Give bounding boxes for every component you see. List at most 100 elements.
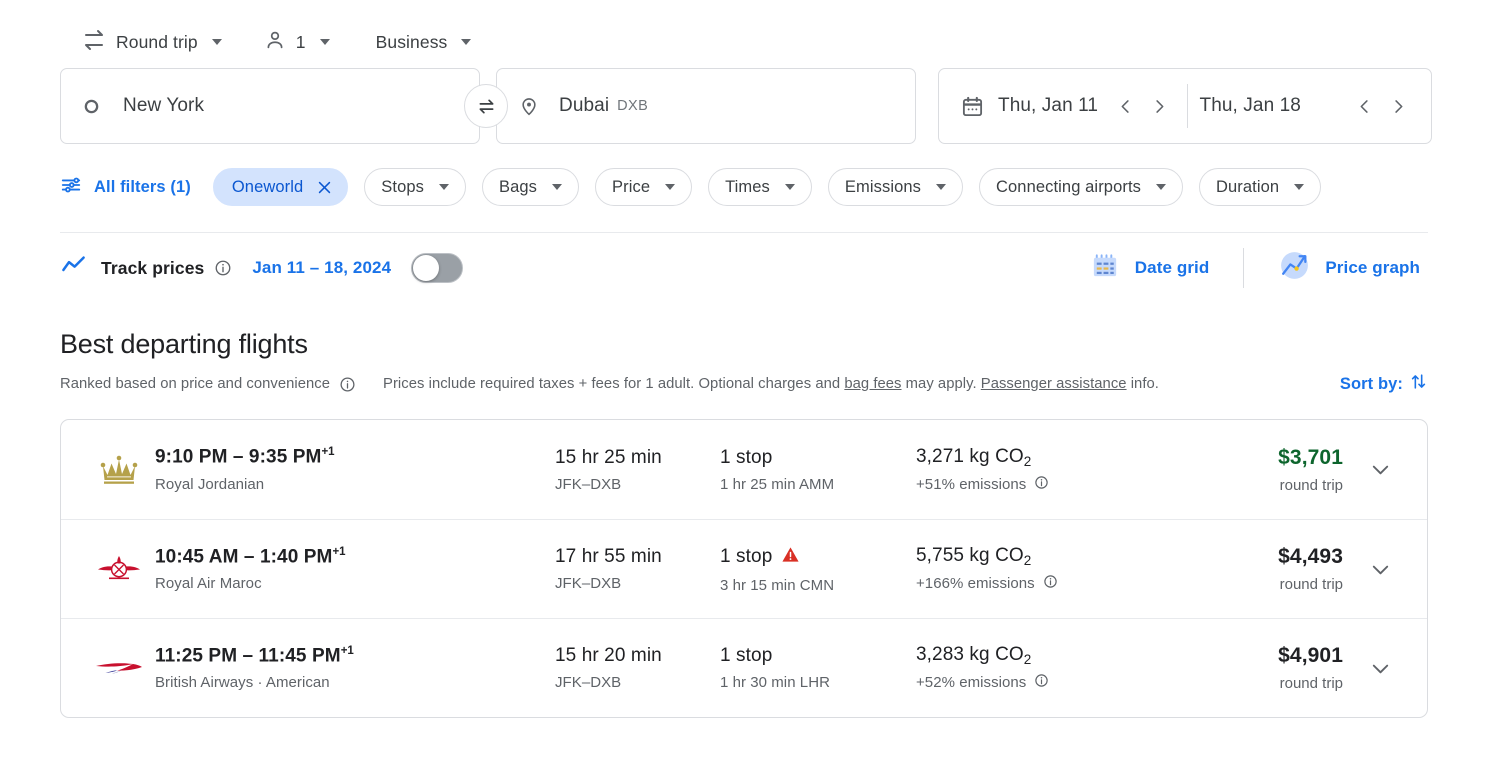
close-icon[interactable] — [316, 179, 333, 196]
flight-time-column: 10:45 AM – 1:40 PM+1 Royal Air Maroc — [149, 546, 555, 592]
bag-fees-link[interactable]: bag fees — [844, 376, 901, 392]
track-prices-date-range[interactable]: Jan 11 – 18, 2024 — [252, 258, 391, 278]
location-pin-icon — [519, 96, 545, 116]
filter-chip-connecting-airports[interactable]: Connecting airports — [979, 168, 1183, 206]
chevron-down-icon — [1372, 664, 1388, 673]
flight-price: $4,493 — [1278, 545, 1343, 568]
flight-stops-column: 1 stop 1 hr 25 min AMM — [720, 447, 916, 493]
toggle-knob — [413, 255, 440, 281]
disclaimer-text-post: info. — [1126, 376, 1159, 392]
layover-info: 1 hr 25 min AMM — [720, 475, 835, 493]
price-graph-button[interactable]: Price graph — [1270, 243, 1428, 293]
origin-input[interactable]: New York — [60, 68, 480, 144]
filter-chip-label: Times — [725, 177, 770, 196]
flight-duration: 15 hr 25 min — [555, 446, 662, 468]
expand-flight-button[interactable] — [1357, 657, 1403, 680]
depart-next-day-button[interactable] — [1143, 89, 1177, 123]
flight-duration-column: 15 hr 25 min JFK–DXB — [555, 447, 720, 493]
stops-text: 1 stop — [720, 645, 773, 666]
flight-route: JFK–DXB — [555, 475, 622, 493]
filter-chip-label: Bags — [498, 177, 537, 196]
table-row[interactable]: 9:10 PM – 9:35 PM+1 Royal Jordanian 15 h… — [61, 420, 1427, 519]
view-tools-group: Date grid Price graph — [1082, 243, 1428, 293]
emissions-info-icon[interactable] — [1034, 475, 1049, 494]
emissions-value: 3,283 kg CO — [916, 644, 1024, 665]
flight-time-column: 11:25 PM – 11:45 PM+1 British Airways · … — [149, 645, 555, 691]
emissions-info-icon[interactable] — [1043, 574, 1058, 593]
date-grid-button[interactable]: Date grid — [1082, 244, 1218, 292]
emissions-amount: 3,283 kg CO2 — [916, 644, 1168, 667]
emissions-delta: +166% emissions — [916, 575, 1035, 592]
flight-stops-column: 1 stop 1 hr 30 min LHR — [720, 645, 916, 691]
depart-date-section: Thu, Jan 11 — [961, 89, 1177, 123]
flight-time-column: 9:10 PM – 9:35 PM+1 Royal Jordanian — [149, 446, 555, 492]
return-prev-day-button[interactable] — [1347, 89, 1381, 123]
track-prices-toggle[interactable] — [411, 253, 464, 283]
table-row[interactable]: 11:25 PM – 11:45 PM+1 British Airways · … — [61, 618, 1427, 717]
flight-times-text: 10:45 AM – 1:40 PM — [155, 546, 333, 568]
sort-arrows-icon — [1409, 372, 1428, 396]
swap-locations-button[interactable] — [464, 84, 508, 128]
co2-subscript: 2 — [1023, 453, 1032, 469]
stops-text: 1 stop — [720, 446, 773, 468]
disclaimer-text-pre: Prices include required taxes + fees for… — [383, 376, 845, 392]
return-date-nav — [1347, 89, 1415, 123]
track-prices-group: Track prices Jan 11 – 18, 2024 — [60, 252, 464, 284]
chevron-down-icon — [665, 184, 676, 190]
track-prices-label: Track prices — [101, 257, 205, 278]
flight-emissions-column: 3,283 kg CO2 +52% emissions — [916, 644, 1168, 692]
expand-flight-button[interactable] — [1357, 558, 1403, 581]
emissions-value: 3,271 kg CO — [916, 445, 1024, 467]
google-flights-results-page: Round trip 1 Business New York Dubai DXB… — [0, 0, 1492, 768]
flight-stops: 1 stop — [720, 447, 916, 469]
destination-input[interactable]: Dubai DXB — [496, 68, 916, 144]
tools-divider — [1243, 248, 1245, 288]
chevron-down-icon — [461, 39, 472, 45]
depart-date-value[interactable]: Thu, Jan 11 — [998, 95, 1098, 117]
cabin-class-selector[interactable]: Business — [366, 26, 482, 59]
price-graph-icon — [1278, 249, 1311, 287]
trip-type-selector[interactable]: Round trip — [72, 22, 232, 63]
ranking-info-icon[interactable] — [339, 376, 356, 393]
page-title: Best departing flights — [60, 329, 308, 359]
return-next-day-button[interactable] — [1381, 89, 1415, 123]
flight-emissions-column: 5,755 kg CO2 +166% emissions — [916, 545, 1168, 593]
airline-name: British Airways · American — [155, 674, 330, 692]
results-subheader: Ranked based on price and convenience Pr… — [60, 372, 1428, 396]
table-row[interactable]: 10:45 AM – 1:40 PM+1 Royal Air Maroc 17 … — [61, 519, 1427, 618]
return-date-value[interactable]: Thu, Jan 18 — [1200, 95, 1301, 117]
swap-arrows-icon — [479, 99, 493, 113]
filter-chip-stops[interactable]: Stops — [364, 168, 466, 206]
royal-jordanian-crown-logo — [89, 450, 149, 490]
track-prices-row: Track prices Jan 11 – 18, 2024 Date grid… — [0, 235, 1492, 301]
date-grid-label: Date grid — [1134, 258, 1210, 277]
stops-text: 1 stop — [720, 546, 773, 567]
passenger-assistance-link[interactable]: Passenger assistance — [981, 376, 1127, 392]
emissions-delta-row: +52% emissions — [916, 673, 1168, 692]
sort-by-button[interactable]: Sort by: — [1340, 372, 1428, 396]
flight-duration: 17 hr 55 min — [555, 546, 662, 567]
filter-chip-times[interactable]: Times — [708, 168, 812, 206]
emissions-delta: +51% emissions — [916, 475, 1027, 493]
filter-chip-bags[interactable]: Bags — [481, 168, 579, 206]
flight-price-column: $4,901 round trip — [1168, 644, 1357, 692]
info-icon[interactable] — [214, 259, 232, 277]
warning-icon[interactable] — [781, 545, 800, 570]
royal-air-maroc-logo — [89, 552, 149, 586]
filter-chip-price[interactable]: Price — [595, 168, 693, 206]
flight-price: $4,901 — [1278, 644, 1343, 667]
filter-chip-emissions[interactable]: Emissions — [827, 168, 963, 206]
trip-type-label: Round trip — [116, 31, 198, 52]
emissions-info-icon[interactable] — [1034, 673, 1049, 692]
expand-flight-button[interactable] — [1357, 458, 1403, 481]
flight-route: JFK–DXB — [555, 674, 622, 691]
filter-chip-oneworld[interactable]: Oneworld — [212, 168, 349, 206]
depart-prev-day-button[interactable] — [1109, 89, 1143, 123]
price-trip-type: round trip — [1279, 576, 1343, 593]
swap-horiz-icon — [82, 28, 106, 57]
all-filters-button[interactable]: All filters (1) — [60, 174, 197, 201]
emissions-amount: 5,755 kg CO2 — [916, 545, 1168, 568]
passengers-selector[interactable]: 1 — [254, 23, 340, 62]
disclaimer-text-mid: may apply. — [901, 376, 981, 392]
filter-chip-duration[interactable]: Duration — [1198, 168, 1322, 206]
